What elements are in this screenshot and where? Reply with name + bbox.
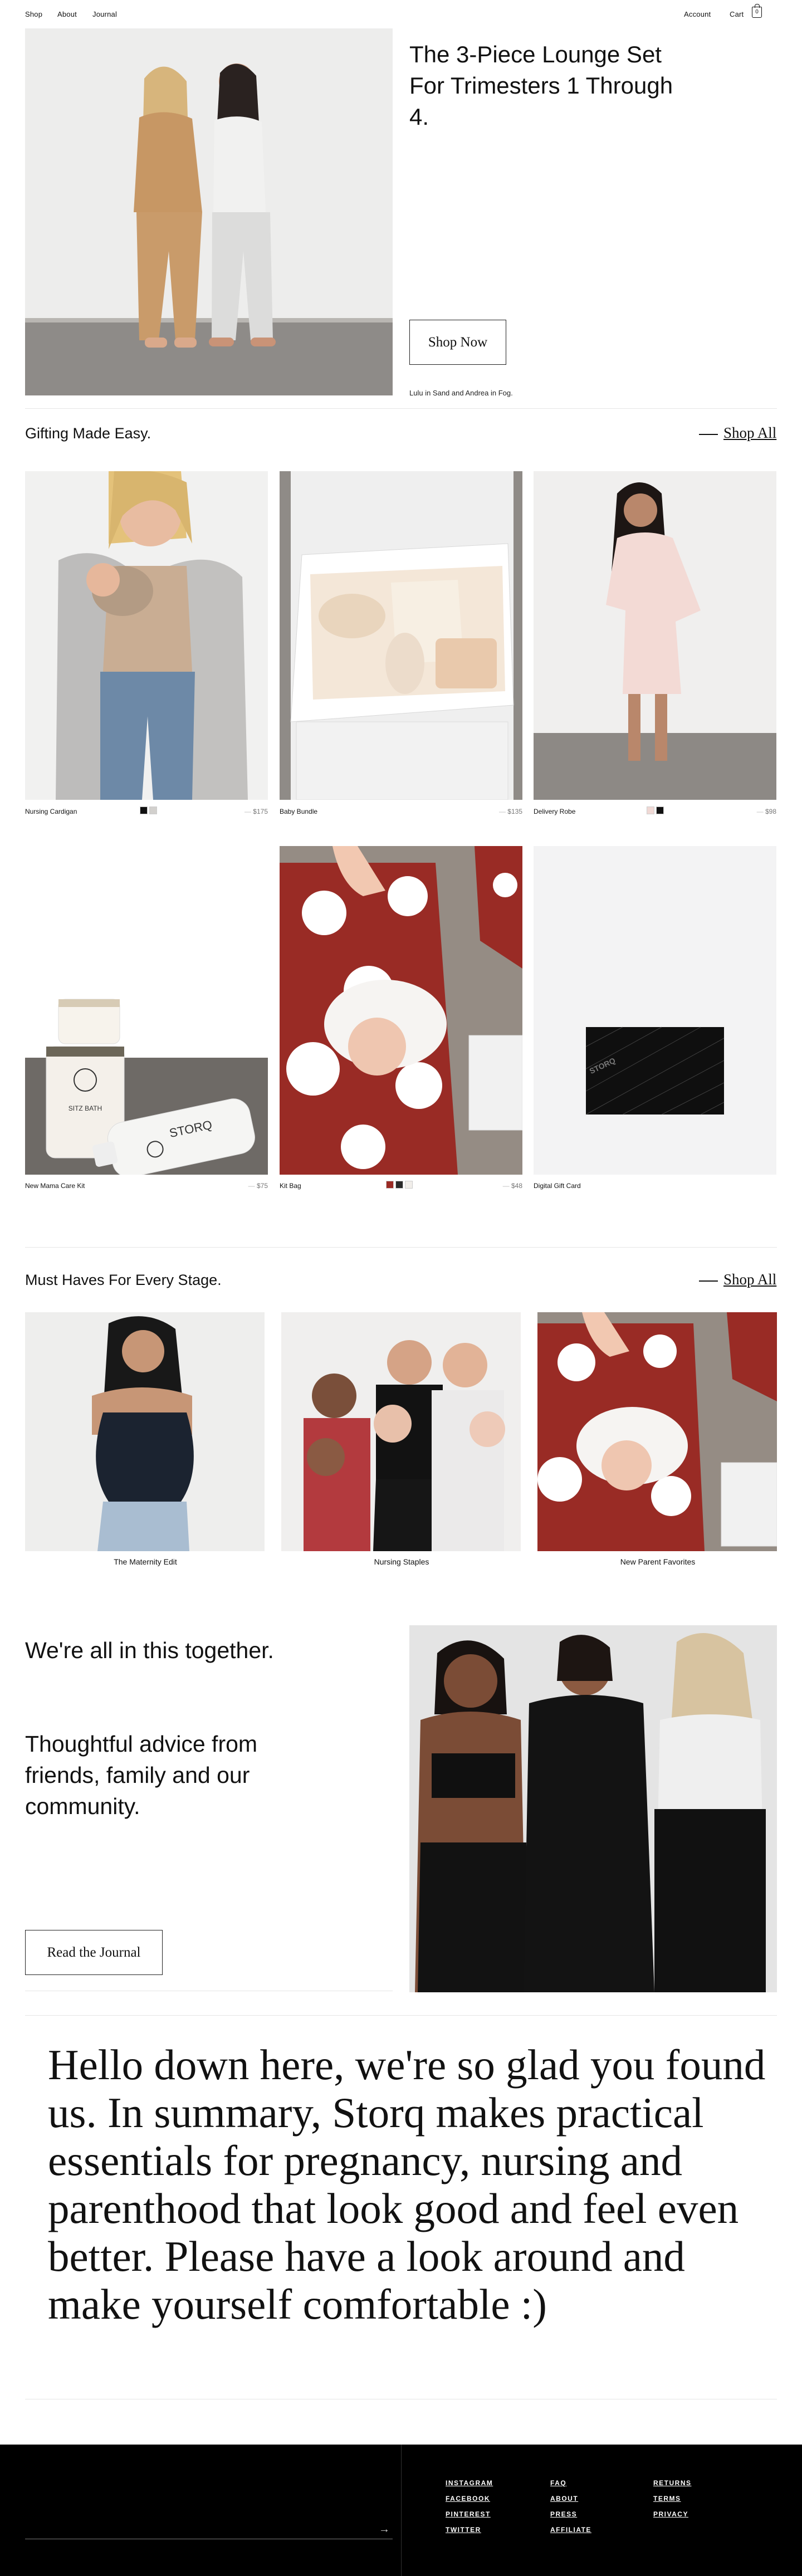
category-label[interactable]: Nursing Staples bbox=[281, 1557, 522, 1566]
product-name[interactable]: Nursing Cardigan bbox=[25, 808, 77, 815]
footer-link-faq[interactable]: FAQ bbox=[550, 2479, 566, 2487]
hero-image[interactable] bbox=[25, 28, 393, 395]
product-name[interactable]: Baby Bundle bbox=[280, 808, 317, 815]
summary-copy: Hello down here, we're so glad you found… bbox=[48, 2041, 766, 2328]
divider bbox=[25, 1247, 777, 1248]
dash-icon bbox=[699, 434, 718, 435]
category-image-maternity-edit[interactable] bbox=[25, 1312, 265, 1551]
swatch-black-pattern[interactable] bbox=[395, 1181, 403, 1189]
footer-link-terms[interactable]: TERMS bbox=[653, 2495, 681, 2502]
read-journal-button[interactable]: Read the Journal bbox=[25, 1930, 163, 1975]
swatch-black[interactable] bbox=[140, 806, 148, 814]
footer-link-pinterest[interactable]: PINTEREST bbox=[446, 2510, 491, 2518]
product-name[interactable]: Delivery Robe bbox=[534, 808, 575, 815]
hero-title: The 3-Piece Lounge Set For Trimesters 1 … bbox=[409, 41, 673, 130]
journal-subtext: Thoughtful advice from friends, family a… bbox=[25, 1731, 258, 1819]
nav-about-link[interactable]: About bbox=[57, 10, 77, 18]
category-label[interactable]: New Parent Favorites bbox=[537, 1557, 778, 1566]
divider bbox=[25, 408, 777, 409]
footer-divider bbox=[401, 2445, 402, 2576]
nav-shop-link[interactable]: Shop bbox=[25, 10, 42, 18]
footer-link-about[interactable]: ABOUT bbox=[550, 2495, 578, 2502]
dash-icon bbox=[699, 1280, 718, 1282]
gifting-shop-all-link[interactable]: Shop All bbox=[699, 424, 776, 442]
footer-link-privacy[interactable]: PRIVACY bbox=[653, 2510, 688, 2518]
swatch-grey[interactable] bbox=[149, 806, 157, 814]
shop-now-button[interactable]: Shop Now bbox=[409, 320, 506, 365]
shop-all-label: Shop All bbox=[723, 424, 777, 441]
jar-label: SITZ BATH bbox=[69, 1104, 102, 1112]
hero-caption: Lulu in Sand and Andrea in Fog. bbox=[409, 389, 513, 397]
product-price: — $48 bbox=[502, 1182, 522, 1190]
shop-all-label: Shop All bbox=[723, 1271, 777, 1288]
category-image-nursing-staples[interactable] bbox=[281, 1312, 521, 1551]
product-price: — $98 bbox=[756, 808, 776, 815]
product-price: — $75 bbox=[248, 1182, 268, 1190]
stages-section-title: Must Haves For Every Stage. bbox=[25, 1272, 222, 1288]
product-image-baby-bundle[interactable] bbox=[280, 471, 522, 800]
swatch-red-pattern[interactable] bbox=[386, 1181, 394, 1189]
product-image-new-mama-care-kit[interactable]: SITZ BATH STORQ bbox=[25, 846, 268, 1175]
bag-icon[interactable]: 0 bbox=[752, 4, 762, 18]
gifting-section-title: Gifting Made Easy. bbox=[25, 425, 151, 442]
footer-link-affiliate[interactable]: AFFILIATE bbox=[550, 2526, 591, 2534]
product-price: — $135 bbox=[498, 808, 522, 815]
product-name[interactable]: New Mama Care Kit bbox=[25, 1182, 85, 1190]
stages-shop-all-link[interactable]: Shop All bbox=[699, 1271, 776, 1288]
category-image-new-parent-favorites[interactable] bbox=[537, 1312, 777, 1551]
product-name[interactable]: Digital Gift Card bbox=[534, 1182, 581, 1190]
product-image-nursing-cardigan[interactable] bbox=[25, 471, 268, 800]
divider bbox=[25, 2015, 777, 2016]
newsletter-email-input[interactable] bbox=[25, 2523, 393, 2539]
swatch-cream[interactable] bbox=[405, 1181, 413, 1189]
product-price: — $175 bbox=[244, 808, 268, 815]
footer-link-twitter[interactable]: TWITTER bbox=[446, 2526, 481, 2534]
product-image-digital-gift-card[interactable]: STORQ bbox=[534, 846, 776, 1175]
journal-headline: We're all in this together. bbox=[25, 1638, 274, 1663]
swatch-black[interactable] bbox=[656, 806, 664, 814]
arrow-right-icon[interactable]: → bbox=[379, 2523, 390, 2536]
nav-cart-link[interactable]: Cart bbox=[730, 10, 744, 18]
footer-link-instagram[interactable]: INSTAGRAM bbox=[446, 2479, 493, 2487]
footer-link-facebook[interactable]: FACEBOOK bbox=[446, 2495, 490, 2502]
category-label[interactable]: The Maternity Edit bbox=[25, 1557, 266, 1566]
cart-count: 0 bbox=[755, 9, 759, 15]
product-name[interactable]: Kit Bag bbox=[280, 1182, 301, 1190]
product-image-delivery-robe[interactable] bbox=[534, 471, 776, 800]
footer: → INSTAGRAM FACEBOOK PINTEREST TWITTER F… bbox=[0, 2445, 802, 2576]
footer-link-press[interactable]: PRESS bbox=[550, 2510, 577, 2518]
journal-image[interactable] bbox=[409, 1625, 777, 1992]
footer-link-returns[interactable]: RETURNS bbox=[653, 2479, 692, 2487]
swatch-blush[interactable] bbox=[647, 806, 654, 814]
nav-account-link[interactable]: Account bbox=[684, 10, 711, 18]
nav-journal-link[interactable]: Journal bbox=[92, 10, 117, 18]
product-image-kit-bag[interactable] bbox=[280, 846, 522, 1175]
